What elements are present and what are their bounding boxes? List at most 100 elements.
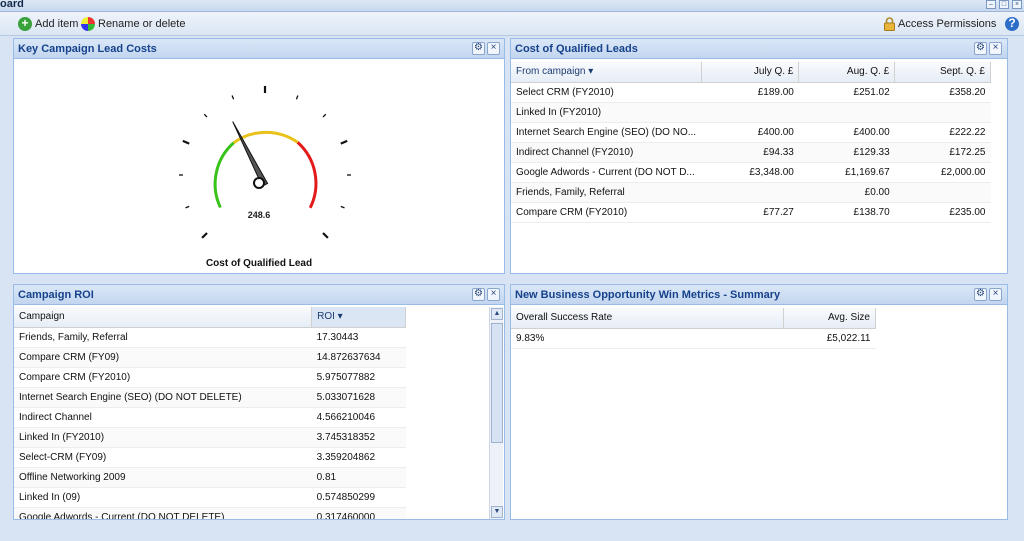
gauge-value: 248.6 (248, 210, 271, 220)
cell-aug: £400.00 (798, 122, 895, 143)
access-permissions-label: Access Permissions (898, 18, 997, 30)
table-row[interactable]: Linked In (FY2010) 3.745318352 (14, 427, 406, 448)
cell-campaign: Friends, Family, Referral (511, 182, 702, 203)
close-icon[interactable]: × (989, 288, 1002, 301)
gauge-tick (185, 205, 190, 209)
close-icon[interactable]: × (487, 288, 500, 301)
gauge-needle (232, 121, 269, 187)
table-row[interactable]: Google Adwords - Current (DO NOT D... £3,… (511, 162, 991, 183)
gauge-tick (203, 113, 208, 118)
cell-campaign: Friends, Family, Referral (14, 327, 312, 348)
close-icon[interactable]: × (487, 42, 500, 55)
cell-sept (894, 102, 991, 123)
cell-aug: £129.33 (798, 142, 895, 163)
gauge-tick (322, 113, 327, 118)
gear-icon[interactable]: ⚙ (472, 42, 485, 55)
gauge-tick (182, 139, 190, 145)
table-row[interactable]: Select-CRM (FY09) 3.359204862 (14, 447, 406, 468)
cell-sept: £358.20 (894, 82, 991, 103)
lock-icon (884, 17, 895, 31)
close-icon[interactable]: × (989, 42, 1002, 55)
gear-icon[interactable]: ⚙ (472, 288, 485, 301)
minimize-icon[interactable]: – (986, 0, 996, 9)
gear-icon[interactable]: ⚙ (974, 288, 987, 301)
cell-roi: 0.574850299 (311, 487, 406, 508)
column-july[interactable]: July Q. £ (701, 62, 800, 83)
panel-header: Key Campaign Lead Costs ⚙ × (14, 39, 504, 59)
table-row[interactable]: Friends, Family, Referral £0.00 (511, 182, 991, 203)
help-button[interactable]: ? (1005, 16, 1019, 32)
panel-header: Campaign ROI ⚙ × (14, 285, 504, 305)
table-header-row: From campaign ▾ July Q. £ Aug. Q. £ Sept… (511, 62, 991, 83)
cell-july: £189.00 (701, 82, 799, 103)
table-row[interactable]: Internet Search Engine (SEO) (DO NOT DEL… (14, 387, 406, 408)
win-metrics-table: Overall Success Rate Avg. Size 9.83% £5,0… (511, 308, 876, 349)
close-window-icon[interactable]: × (1012, 0, 1022, 9)
column-success-rate[interactable]: Overall Success Rate (511, 308, 785, 329)
cell-roi: 4.566210046 (311, 407, 406, 428)
gauge-tick (231, 95, 235, 100)
table-row[interactable]: Internet Search Engine (SEO) (DO NO... £4… (511, 122, 991, 143)
roi-grid[interactable]: Campaign ROI ▾ Friends, Family, Referral… (14, 307, 489, 519)
cell-roi: 0.81 (311, 467, 406, 488)
gauge-pivot (253, 177, 265, 189)
scroll-down-icon[interactable]: ▼ (491, 506, 503, 518)
panel-title: Campaign ROI (18, 289, 94, 301)
cell-july: £77.27 (701, 202, 799, 223)
table-row[interactable]: Compare CRM (FY09) 14.872637634 (14, 347, 406, 368)
table-header-row: Overall Success Rate Avg. Size (511, 308, 876, 329)
column-avg-size[interactable]: Avg. Size (783, 308, 876, 329)
scroll-thumb[interactable] (491, 323, 503, 443)
cell-roi: 3.745318352 (311, 427, 406, 448)
column-campaign[interactable]: Campaign (14, 307, 313, 328)
cell-sept: £235.00 (894, 202, 991, 223)
column-roi[interactable]: ROI ▾ (311, 307, 406, 328)
column-from-campaign[interactable]: From campaign ▾ (511, 62, 702, 83)
column-sept[interactable]: Sept. Q. £ (894, 62, 991, 83)
panel-header: New Business Opportunity Win Metrics - S… (511, 285, 1007, 305)
rename-delete-button[interactable]: Rename or delete (81, 16, 185, 32)
palette-icon (81, 17, 95, 31)
scroll-up-icon[interactable]: ▲ (491, 308, 503, 320)
win-metrics-panel: New Business Opportunity Win Metrics - S… (510, 284, 1008, 520)
cell-aug (798, 102, 895, 123)
cell-sept (894, 182, 991, 203)
access-permissions-button[interactable]: Access Permissions (884, 16, 996, 32)
cell-aug: £138.70 (798, 202, 895, 223)
cell-campaign: Linked In (FY2010) (511, 102, 702, 123)
maximize-icon[interactable]: □ (999, 0, 1009, 9)
table-row[interactable]: Compare CRM (FY2010) 5.975077882 (14, 367, 406, 388)
window-titlebar: oard – □ × (0, 0, 1024, 12)
cell-sept: £172.25 (894, 142, 991, 163)
table-row[interactable]: Friends, Family, Referral 17.30443 (14, 327, 406, 348)
cell-july: £400.00 (701, 122, 799, 143)
table-row[interactable]: 9.83% £5,022.11 (511, 328, 876, 349)
cell-july: £3,348.00 (701, 162, 799, 183)
gear-icon[interactable]: ⚙ (974, 42, 987, 55)
cost-of-qualified-leads-panel: Cost of Qualified Leads ⚙ × From campaig… (510, 38, 1008, 274)
table-row[interactable]: Google Adwords - Current (DO NOT DELETE)… (14, 507, 406, 519)
cell-campaign: Internet Search Engine (SEO) (DO NOT DEL… (14, 387, 312, 408)
rename-delete-label: Rename or delete (98, 18, 186, 30)
table-row[interactable]: Linked In (FY2010) (511, 102, 991, 123)
gauge-tick (340, 139, 348, 145)
panel-title: Cost of Qualified Leads (515, 43, 638, 55)
gauge-chart: 248.6 Cost of Qualified Lead (179, 86, 351, 269)
table-row[interactable]: Select CRM (FY2010) £189.00 £251.02 £358.20 (511, 82, 991, 103)
table-row[interactable]: Indirect Channel 4.566210046 (14, 407, 406, 428)
gauge-tick (295, 95, 299, 100)
table-row[interactable]: Compare CRM (FY2010) £77.27 £138.70 £235.00 (511, 202, 991, 223)
cell-sept: £2,000.00 (894, 162, 991, 183)
add-item-button[interactable]: + Add item (18, 16, 78, 32)
roi-table: Campaign ROI ▾ Friends, Family, Referral… (14, 307, 406, 519)
add-item-label: Add item (35, 18, 79, 30)
roi-scrollbar[interactable]: ▲ ▼ (489, 307, 503, 519)
cell-campaign: Indirect Channel (FY2010) (511, 142, 702, 163)
table-row[interactable]: Linked In (09) 0.574850299 (14, 487, 406, 508)
table-row[interactable]: Offline Networking 2009 0.81 (14, 467, 406, 488)
column-aug[interactable]: Aug. Q. £ (798, 62, 896, 83)
cell-roi: 5.975077882 (311, 367, 406, 388)
cell-campaign: Compare CRM (FY2010) (14, 367, 312, 388)
table-row[interactable]: Indirect Channel (FY2010) £94.33 £129.33 £1… (511, 142, 991, 163)
cell-campaign: Internet Search Engine (SEO) (DO NO... (511, 122, 702, 143)
